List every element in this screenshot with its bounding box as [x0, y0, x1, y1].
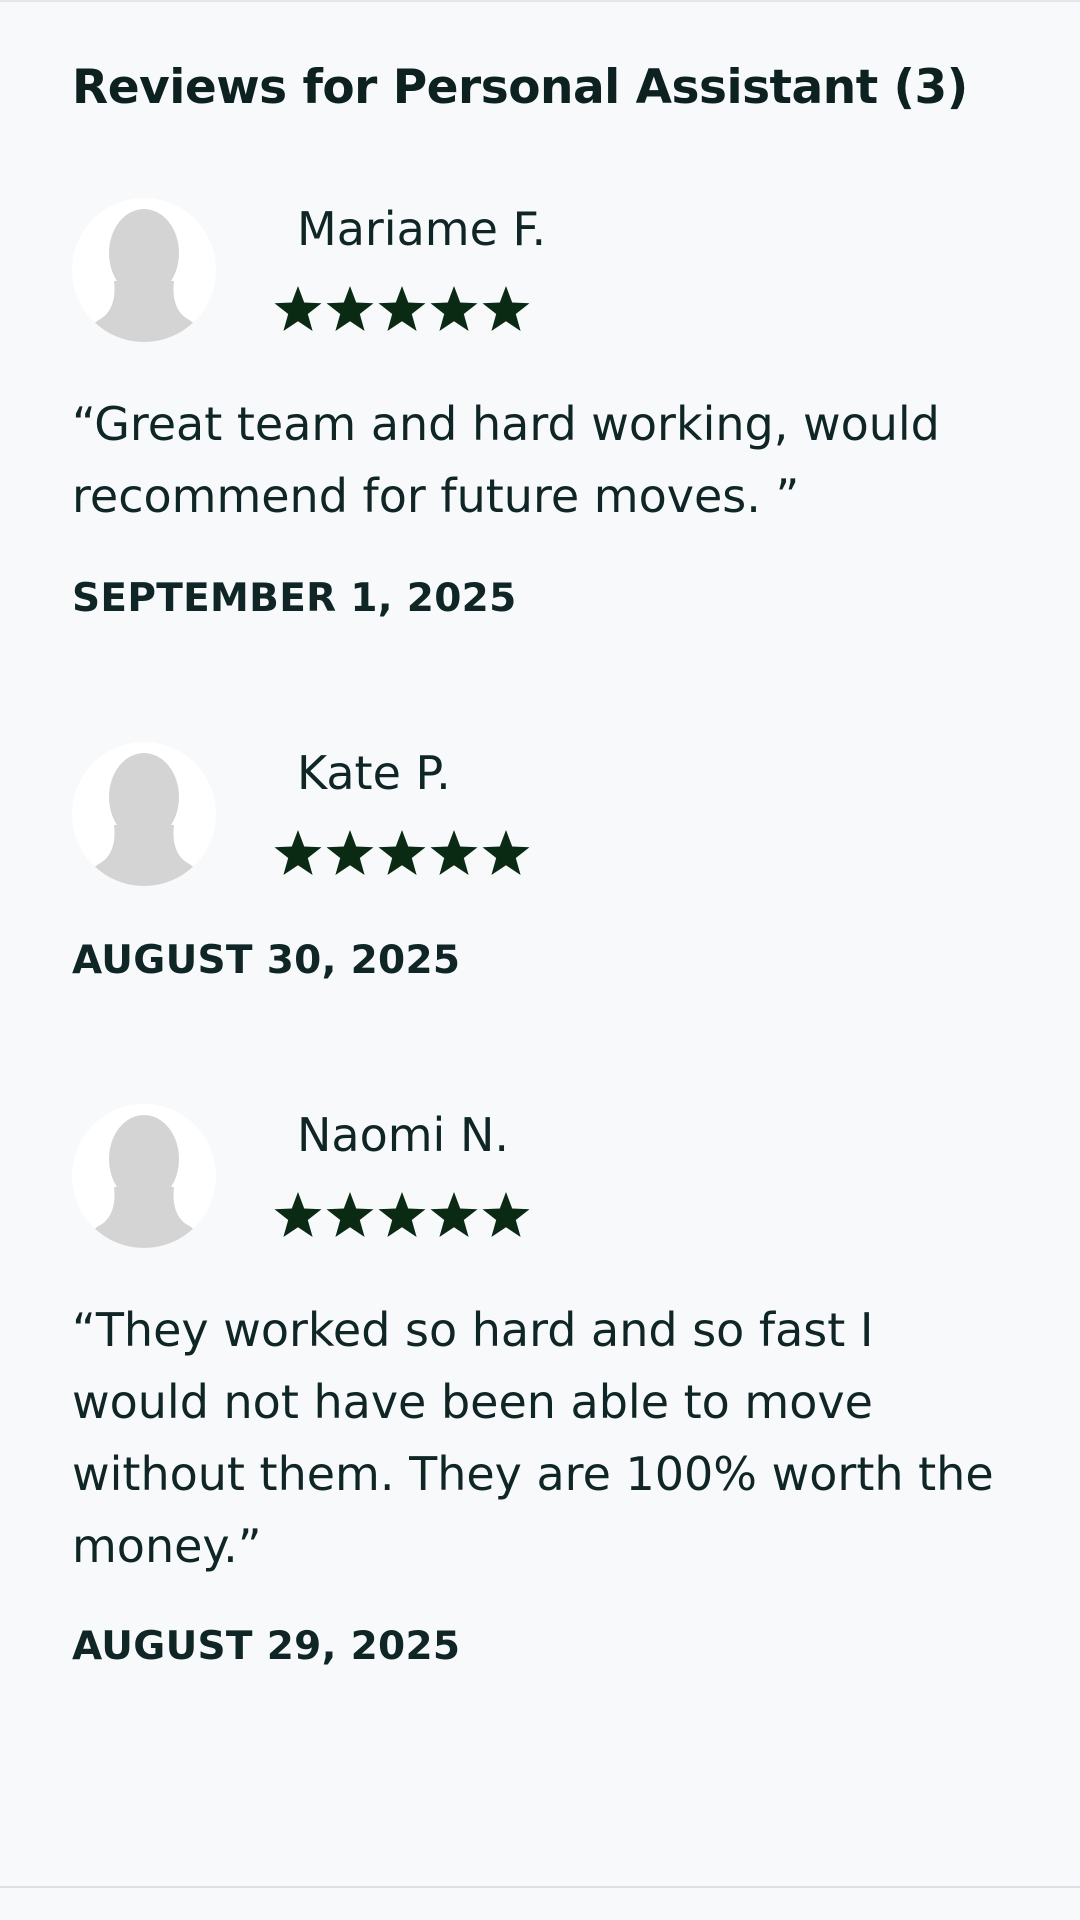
star-icon [274, 830, 322, 875]
reviews-page: Reviews for Personal Assistant (3) Maria… [0, 0, 1080, 1920]
star-rating [272, 282, 532, 338]
star-icon [274, 286, 322, 331]
review-date: SEPTEMBER 1, 2025 [72, 576, 517, 621]
review-date: AUGUST 30, 2025 [72, 938, 461, 983]
star-icon [274, 1192, 322, 1237]
star-rating [272, 1188, 532, 1244]
star-rating [272, 826, 532, 882]
star-icon [482, 830, 530, 875]
star-icon [430, 286, 478, 331]
reviewer-name: Naomi N. [297, 1108, 509, 1162]
default-user-avatar-icon [72, 742, 216, 886]
star-icon [326, 286, 374, 331]
star-icon [430, 1192, 478, 1237]
star-icon [378, 286, 426, 331]
star-icon [326, 830, 374, 875]
default-user-avatar-icon [72, 1104, 216, 1248]
review-text: “Great team and hard working, would reco… [72, 397, 940, 523]
star-icon [378, 1192, 426, 1237]
reviewer-name: Mariame F. [297, 202, 547, 256]
star-icon [430, 830, 478, 875]
bottom-divider [0, 1886, 1080, 1888]
star-icon [482, 286, 530, 331]
reviewer-name: Kate P. [297, 746, 451, 800]
reviews-section-title: Reviews for Personal Assistant (3) [72, 60, 968, 115]
star-icon [326, 1192, 374, 1237]
star-icon [482, 1192, 530, 1237]
review-text: “They worked so hard and so fast I would… [72, 1303, 994, 1573]
star-icon [378, 830, 426, 875]
review-date: AUGUST 29, 2025 [72, 1624, 461, 1669]
default-user-avatar-icon [72, 198, 216, 342]
